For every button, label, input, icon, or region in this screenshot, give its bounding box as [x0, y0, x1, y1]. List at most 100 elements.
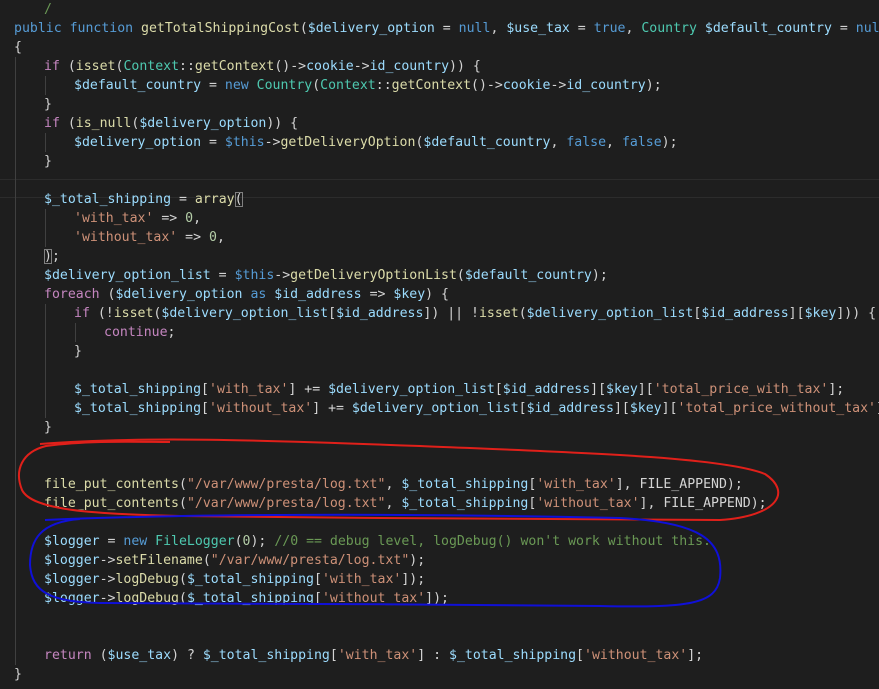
indent-guide	[45, 133, 46, 152]
code-token: 0	[208, 230, 217, 245]
code-line: $logger = new FileLogger(0); //0 == debu…	[44, 532, 711, 551]
code-token: (	[518, 306, 527, 321]
code-token: Context	[123, 59, 180, 74]
code-token: $key	[393, 287, 426, 302]
code-line: }	[44, 152, 52, 171]
code-token: getDeliveryOptionList	[290, 268, 457, 283]
code-token: ], FILE_APPEND);	[639, 496, 767, 511]
code-token: )	[44, 249, 52, 264]
code-line: }	[44, 95, 52, 114]
code-token: );	[250, 534, 275, 549]
code-line: }	[44, 418, 52, 437]
code-line: }	[14, 665, 22, 684]
code-token: $logger	[44, 591, 100, 606]
code-token: ] +=	[312, 401, 352, 416]
code-token: [	[576, 648, 584, 663]
code-token: =	[831, 21, 856, 36]
indent-guide	[45, 76, 46, 95]
code-token: [	[329, 648, 338, 663]
code-token: cookie	[502, 78, 551, 93]
code-token: function	[69, 21, 142, 36]
code-token: ]) || !	[423, 306, 479, 321]
code-token: ;	[167, 325, 176, 340]
code-token: getTotalShippingCost	[141, 21, 300, 36]
code-line: }	[74, 342, 82, 361]
code-token: ][	[788, 306, 805, 321]
indent-guide	[75, 323, 76, 342]
code-token: $this	[234, 268, 275, 283]
code-token: ,	[625, 21, 642, 36]
code-token: logDebug	[115, 572, 179, 587]
code-line: if (is_null($delivery_option)) {	[44, 114, 298, 133]
code-token: )) {	[449, 59, 481, 74]
code-line: public function getTotalShippingCost($de…	[14, 19, 879, 38]
code-token: new	[123, 534, 156, 549]
code-line: if (isset(Context::getContext()->cookie-…	[44, 57, 481, 76]
code-token: (	[178, 477, 187, 492]
code-token: 'without_tax'	[584, 648, 688, 663]
code-token: [	[201, 382, 209, 397]
code-token: $default_country	[74, 78, 202, 93]
code-token: ][	[590, 382, 607, 397]
code-token: $id_address	[526, 401, 614, 416]
code-token: if	[44, 116, 60, 131]
code-token: (	[456, 268, 465, 283]
code-line: $delivery_option = $this->getDeliveryOpt…	[74, 133, 678, 152]
code-token: array	[194, 192, 235, 207]
code-token: ]);	[425, 591, 449, 606]
code-token: $delivery_option_list	[44, 268, 211, 283]
code-token: 'total_price_without_tax'	[677, 401, 877, 416]
code-token: $_total_shipping	[186, 591, 314, 606]
code-token: 'with_tax'	[321, 572, 402, 587]
code-token: Country	[256, 78, 313, 93]
code-token: =	[171, 192, 195, 207]
code-token: =>	[361, 287, 394, 302]
code-token: $_total_shipping	[74, 401, 202, 416]
code-token: $id_address	[336, 306, 424, 321]
code-token: $this	[224, 135, 265, 150]
code-token: [	[314, 591, 322, 606]
code-token: $delivery_option_list	[161, 306, 329, 321]
code-line: $default_country = new Country(Context::…	[74, 76, 662, 95]
code-token: (	[312, 78, 321, 93]
code-editor[interactable]: / public function getTotalShippingCost($d…	[0, 0, 879, 689]
code-line: file_put_contents("/var/www/presta/log.t…	[44, 475, 743, 494]
code-line: $logger->logDebug($_total_shipping['with…	[44, 570, 425, 589]
code-token: }	[44, 154, 52, 169]
code-token: $delivery_option	[139, 116, 267, 131]
code-token: $id_address	[274, 287, 362, 302]
code-token: ::	[375, 78, 392, 93]
code-token: new	[224, 78, 257, 93]
code-token: isset	[75, 59, 116, 74]
code-token: 'without_tax'	[74, 230, 178, 245]
code-token: "/var/www/presta/log.txt"	[186, 477, 386, 492]
code-token: $logger	[44, 553, 100, 568]
code-token: foreach	[44, 287, 100, 302]
code-token: $_total_shipping	[202, 648, 330, 663]
code-line: if (!isset($delivery_option_list[$id_add…	[74, 304, 876, 323]
code-token: ];	[687, 648, 704, 663]
code-token: true	[593, 21, 626, 36]
code-token: "/var/www/presta/log.txt"	[186, 496, 386, 511]
code-token: =	[569, 21, 594, 36]
code-token: [	[328, 306, 337, 321]
code-token: =	[201, 135, 225, 150]
code-token: return	[44, 648, 92, 663]
code-token: ->	[99, 591, 116, 606]
code-token: false	[566, 135, 607, 150]
code-token: ,	[385, 477, 402, 492]
code-token: $_total_shipping	[186, 572, 314, 587]
code-token: ]);	[401, 572, 426, 587]
code-token: isset	[478, 306, 519, 321]
code-token: $use_tax	[506, 21, 570, 36]
indent-guide	[45, 304, 46, 418]
code-line: continue;	[104, 323, 175, 342]
code-line: return ($use_tax) ? $_total_shipping['wi…	[44, 646, 703, 665]
code-token: $_total_shipping	[401, 496, 529, 511]
code-line: file_put_contents("/var/www/presta/log.t…	[44, 494, 767, 513]
code-token: );	[661, 135, 678, 150]
code-token: ) ?	[171, 648, 203, 663]
code-token: ->	[274, 268, 291, 283]
code-token: [	[518, 401, 527, 416]
